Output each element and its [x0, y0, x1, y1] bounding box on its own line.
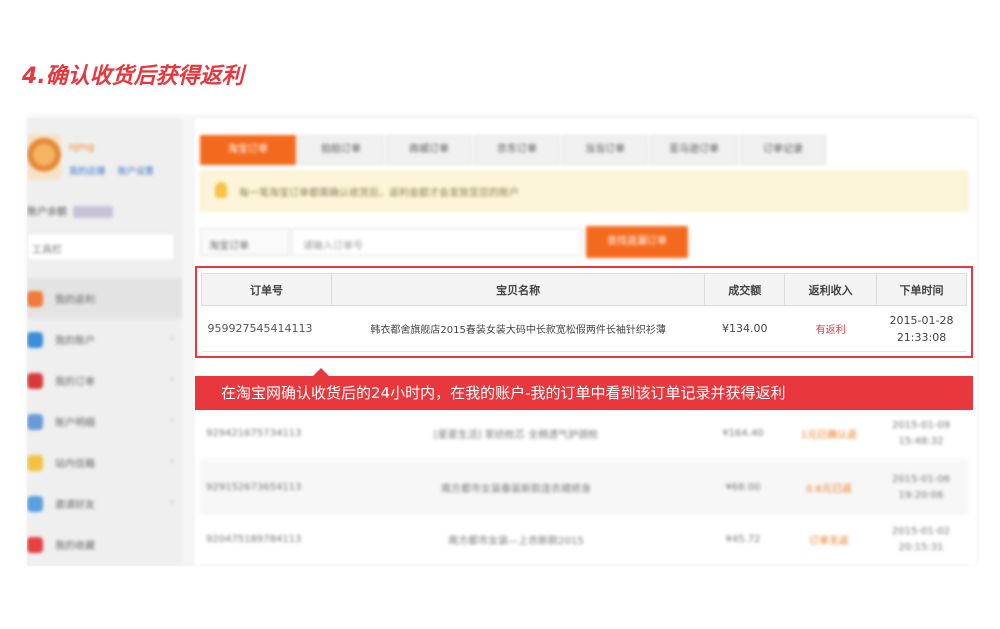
order-date: 2015-01-06	[891, 473, 951, 485]
sidebar-item-label: 站内信箱	[55, 459, 95, 470]
sidebar-item-label: 我的订单	[55, 377, 95, 388]
order-number: 929421675734113	[206, 428, 302, 439]
header-order-no[interactable]: 订单号	[201, 273, 332, 306]
order-date: 2015-01-02	[891, 525, 951, 537]
order-time: 2015-01-02 20:15:31	[874, 524, 968, 556]
amount: ¥68.00	[725, 482, 761, 493]
item-name: 南方都市女装春装新款连衣裙修身	[441, 484, 591, 495]
notice-bar: 每一笔淘宝订单都需确认收货后，返利金额才会发放至您的账户	[200, 171, 968, 211]
sidebar-item-account[interactable]: 我的账户 ›	[27, 319, 182, 360]
sidebar-item-favorites[interactable]: 我的收藏	[27, 524, 182, 565]
order-icon	[27, 372, 43, 389]
order-search-input[interactable]: 请输入订单号	[292, 228, 582, 256]
profile-card: njmg 我的店铺 账户设置	[27, 130, 182, 190]
mail-icon	[27, 454, 43, 471]
sidebar-item-label: 我的返利	[55, 295, 95, 306]
instruction-banner: 在淘宝网确认收货后的24小时内，在我的账户-我的订单中看到该订单记录并获得返利	[195, 376, 973, 410]
sidebar-item-label: 我的账户	[55, 336, 95, 347]
header-rebate[interactable]: 返利收入	[784, 273, 878, 306]
order-clock: 20:15:31	[898, 541, 944, 553]
item-name: 南方都市女装—上衣新款2015	[448, 536, 584, 547]
order-date: 2015-01-09	[891, 419, 951, 431]
order-table: 订单号 宝贝名称 成交额 返利收入 下单时间 959927545414113 韩…	[201, 273, 967, 352]
amount: ¥134.00	[704, 305, 785, 352]
account-balance: 账户余额	[27, 203, 113, 218]
sidebar: njmg 我的店铺 账户设置 账户余额 工具栏 我的返利 我的账户 › 我的订单 ›…	[27, 118, 182, 566]
order-tabs: 淘宝订单 拍拍订单 商城订单 京东订单 当当订单 亚马逊订单 订单记录	[200, 135, 828, 165]
heart-icon	[27, 536, 43, 553]
tab-paipai[interactable]: 拍拍订单	[298, 135, 384, 165]
tab-taobao[interactable]: 淘宝订单	[200, 135, 296, 165]
order-clock: 21:33:08	[896, 330, 947, 344]
header-order-time[interactable]: 下单时间	[876, 273, 967, 306]
tab-jd[interactable]: 京东订单	[474, 135, 560, 165]
chevron-right-icon: ›	[170, 333, 174, 344]
balance-pill	[73, 206, 113, 218]
rebate-status: 订单无返	[809, 536, 849, 547]
header-amount[interactable]: 成交额	[704, 273, 786, 306]
amount: ¥45.72	[725, 534, 761, 545]
account-label: 账户余额	[27, 207, 67, 218]
order-date: 2015-01-28	[889, 313, 954, 327]
profile-link[interactable]: 我的店铺	[69, 167, 105, 177]
order-type-select[interactable]: 淘宝订单	[200, 228, 290, 256]
amount: ¥164.40	[722, 428, 764, 439]
table-header-row: 订单号 宝贝名称 成交额 返利收入 下单时间	[201, 273, 967, 306]
find-missing-order-button[interactable]: 查找遗漏订单	[586, 226, 688, 258]
user-icon	[27, 331, 43, 348]
header-item-name[interactable]: 宝贝名称	[330, 273, 706, 306]
step-title: 4.确认收货后获得返利	[22, 64, 244, 89]
item-name: [星星生活] 家纺枕芯 全棉透气护颈枕	[433, 430, 599, 441]
order-number: 959927545414113	[201, 305, 332, 352]
sidebar-item-label: 账户明细	[55, 418, 95, 429]
chevron-right-icon: ›	[170, 415, 174, 426]
tab-dangdang[interactable]: 当当订单	[562, 135, 648, 165]
list-icon	[27, 413, 43, 430]
sidebar-item-orders[interactable]: 我的订单 ›	[27, 360, 182, 401]
sidebar-item-label: 邀请好友	[55, 500, 95, 511]
gift-icon	[27, 290, 43, 307]
highlighted-order-table: 订单号 宝贝名称 成交额 返利收入 下单时间 959927545414113 韩…	[195, 266, 973, 358]
sidebar-item-details[interactable]: 账户明细 ›	[27, 401, 182, 442]
rebate-status: 有返利	[784, 305, 877, 352]
order-time: 2015-01-28 21:33:08	[876, 305, 967, 352]
tab-records[interactable]: 订单记录	[740, 135, 826, 165]
lightbulb-icon	[215, 182, 227, 198]
chevron-right-icon: ›	[170, 497, 174, 508]
table-row[interactable]: 929421675734113 [星星生活] 家纺枕芯 全棉透气护颈枕 ¥164…	[200, 408, 968, 460]
avatar[interactable]	[27, 134, 61, 180]
order-clock: 19:20:06	[898, 489, 944, 501]
search-row: 淘宝订单 请输入订单号 查找遗漏订单	[200, 226, 700, 258]
order-number: 920475189784113	[206, 534, 302, 545]
table-row[interactable]: 920475189784113 南方都市女装—上衣新款2015 ¥45.72 订…	[200, 514, 968, 566]
sidebar-item-rebate[interactable]: 我的返利	[27, 278, 182, 319]
rebate-status: 0.6元已返	[806, 484, 852, 495]
sidebar-item-invite[interactable]: 邀请好友 ›	[27, 483, 182, 524]
order-clock: 15:48:32	[898, 435, 944, 447]
friends-icon	[27, 495, 43, 512]
order-number: 929152673654113	[206, 482, 302, 493]
rebate-status: 1元已确认返	[800, 430, 858, 441]
sidebar-item-mail[interactable]: 站内信箱 ›	[27, 442, 182, 483]
order-time: 2015-01-06 19:20:06	[874, 472, 968, 504]
sidebar-item-label: 我的收藏	[55, 541, 95, 552]
tab-amazon[interactable]: 亚马逊订单	[650, 135, 738, 165]
item-name[interactable]: 韩衣都舍旗舰店2015春装女装大码中长款宽松假两件长袖针织衫薄	[331, 305, 705, 352]
username[interactable]: njmg	[69, 142, 94, 153]
table-row[interactable]: 959927545414113 韩衣都舍旗舰店2015春装女装大码中长款宽松假两…	[201, 305, 967, 352]
table-row[interactable]: 929152673654113 南方都市女装春装新款连衣裙修身 ¥68.00 0…	[200, 462, 968, 514]
profile-links: 我的店铺 账户设置	[69, 164, 164, 177]
order-time: 2015-01-09 15:48:32	[874, 418, 968, 450]
side-menu: 我的返利 我的账户 › 我的订单 › 账户明细 › 站内信箱 › 邀请好友 › 我的收藏	[27, 278, 182, 565]
chevron-right-icon: ›	[170, 374, 174, 385]
tool-row[interactable]: 工具栏	[27, 233, 175, 261]
notice-text: 每一笔淘宝订单都需确认收货后，返利金额才会发放至您的账户	[239, 188, 519, 199]
chevron-right-icon: ›	[170, 456, 174, 467]
tab-mall[interactable]: 商城订单	[386, 135, 472, 165]
profile-link[interactable]: 账户设置	[118, 167, 154, 177]
